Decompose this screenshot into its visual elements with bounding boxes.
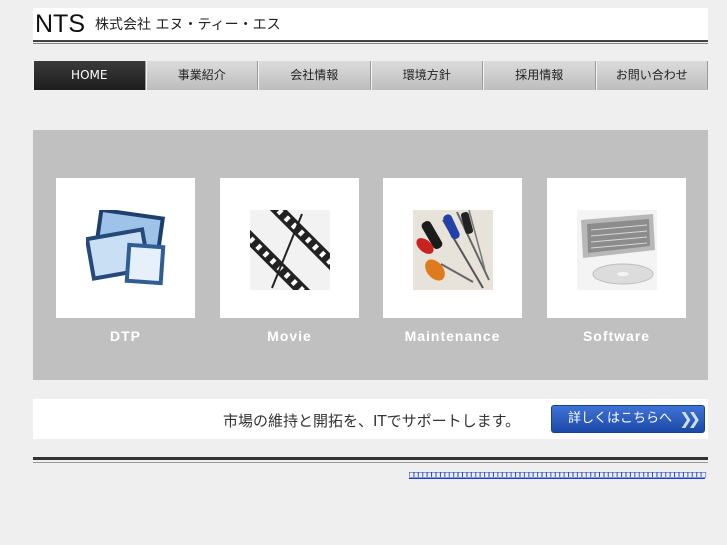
nav-item-contact[interactable]: お問い合わせ [595,61,708,90]
main-nav: HOME 事業紹介 会社情報 環境方針 採用情報 お問い合わせ [33,61,708,90]
nav-item-business[interactable]: 事業紹介 [145,61,258,90]
service-card-software[interactable] [547,178,686,318]
site-logo[interactable]: NTS [35,10,85,38]
service-label-software[interactable]: Software [547,328,686,344]
service-card-dtp[interactable] [56,178,195,318]
tagline-text: 市場の維持と開拓を、ITでサポートします。 [223,412,521,430]
more-details-label: 詳しくはこちらへ [568,411,673,426]
dtp-photo-icon [86,210,166,286]
laptop-disc-icon [577,210,657,290]
screwdriver-icon [413,210,493,290]
services-panel: DTP Movie Maintenance Software [33,130,708,380]
header-divider [33,43,708,44]
service-label-maintenance[interactable]: Maintenance [383,328,522,344]
tagline-bar: 市場の維持と開拓を、ITでサポートします。 詳しくはこちらへ ❯❯ [33,399,708,439]
nav-item-environment[interactable]: 環境方針 [370,61,483,90]
company-name: 株式会社 エヌ・ティー・エス [95,17,281,33]
nav-item-home[interactable]: HOME [33,61,146,90]
film-strip-icon [250,210,330,290]
service-card-movie[interactable] [220,178,359,318]
nav-item-company[interactable]: 会社情報 [258,61,371,90]
service-label-movie[interactable]: Movie [220,328,359,344]
footer-divider-thin [33,462,708,463]
footer-divider [33,457,708,460]
service-card-maintenance[interactable] [383,178,522,318]
site-header: NTS 株式会社 エヌ・ティー・エス [33,8,708,42]
service-label-dtp[interactable]: DTP [56,328,195,344]
more-details-button[interactable]: 詳しくはこちらへ ❯❯ [551,405,705,433]
footer-links[interactable]: □□□□□□□□□□□□□□□□□□□□□□□□□□□□□□□□□□□□□□□□… [409,470,706,480]
double-chevron-right-icon: ❯❯ [679,409,701,428]
nav-item-recruit[interactable]: 採用情報 [483,61,596,90]
